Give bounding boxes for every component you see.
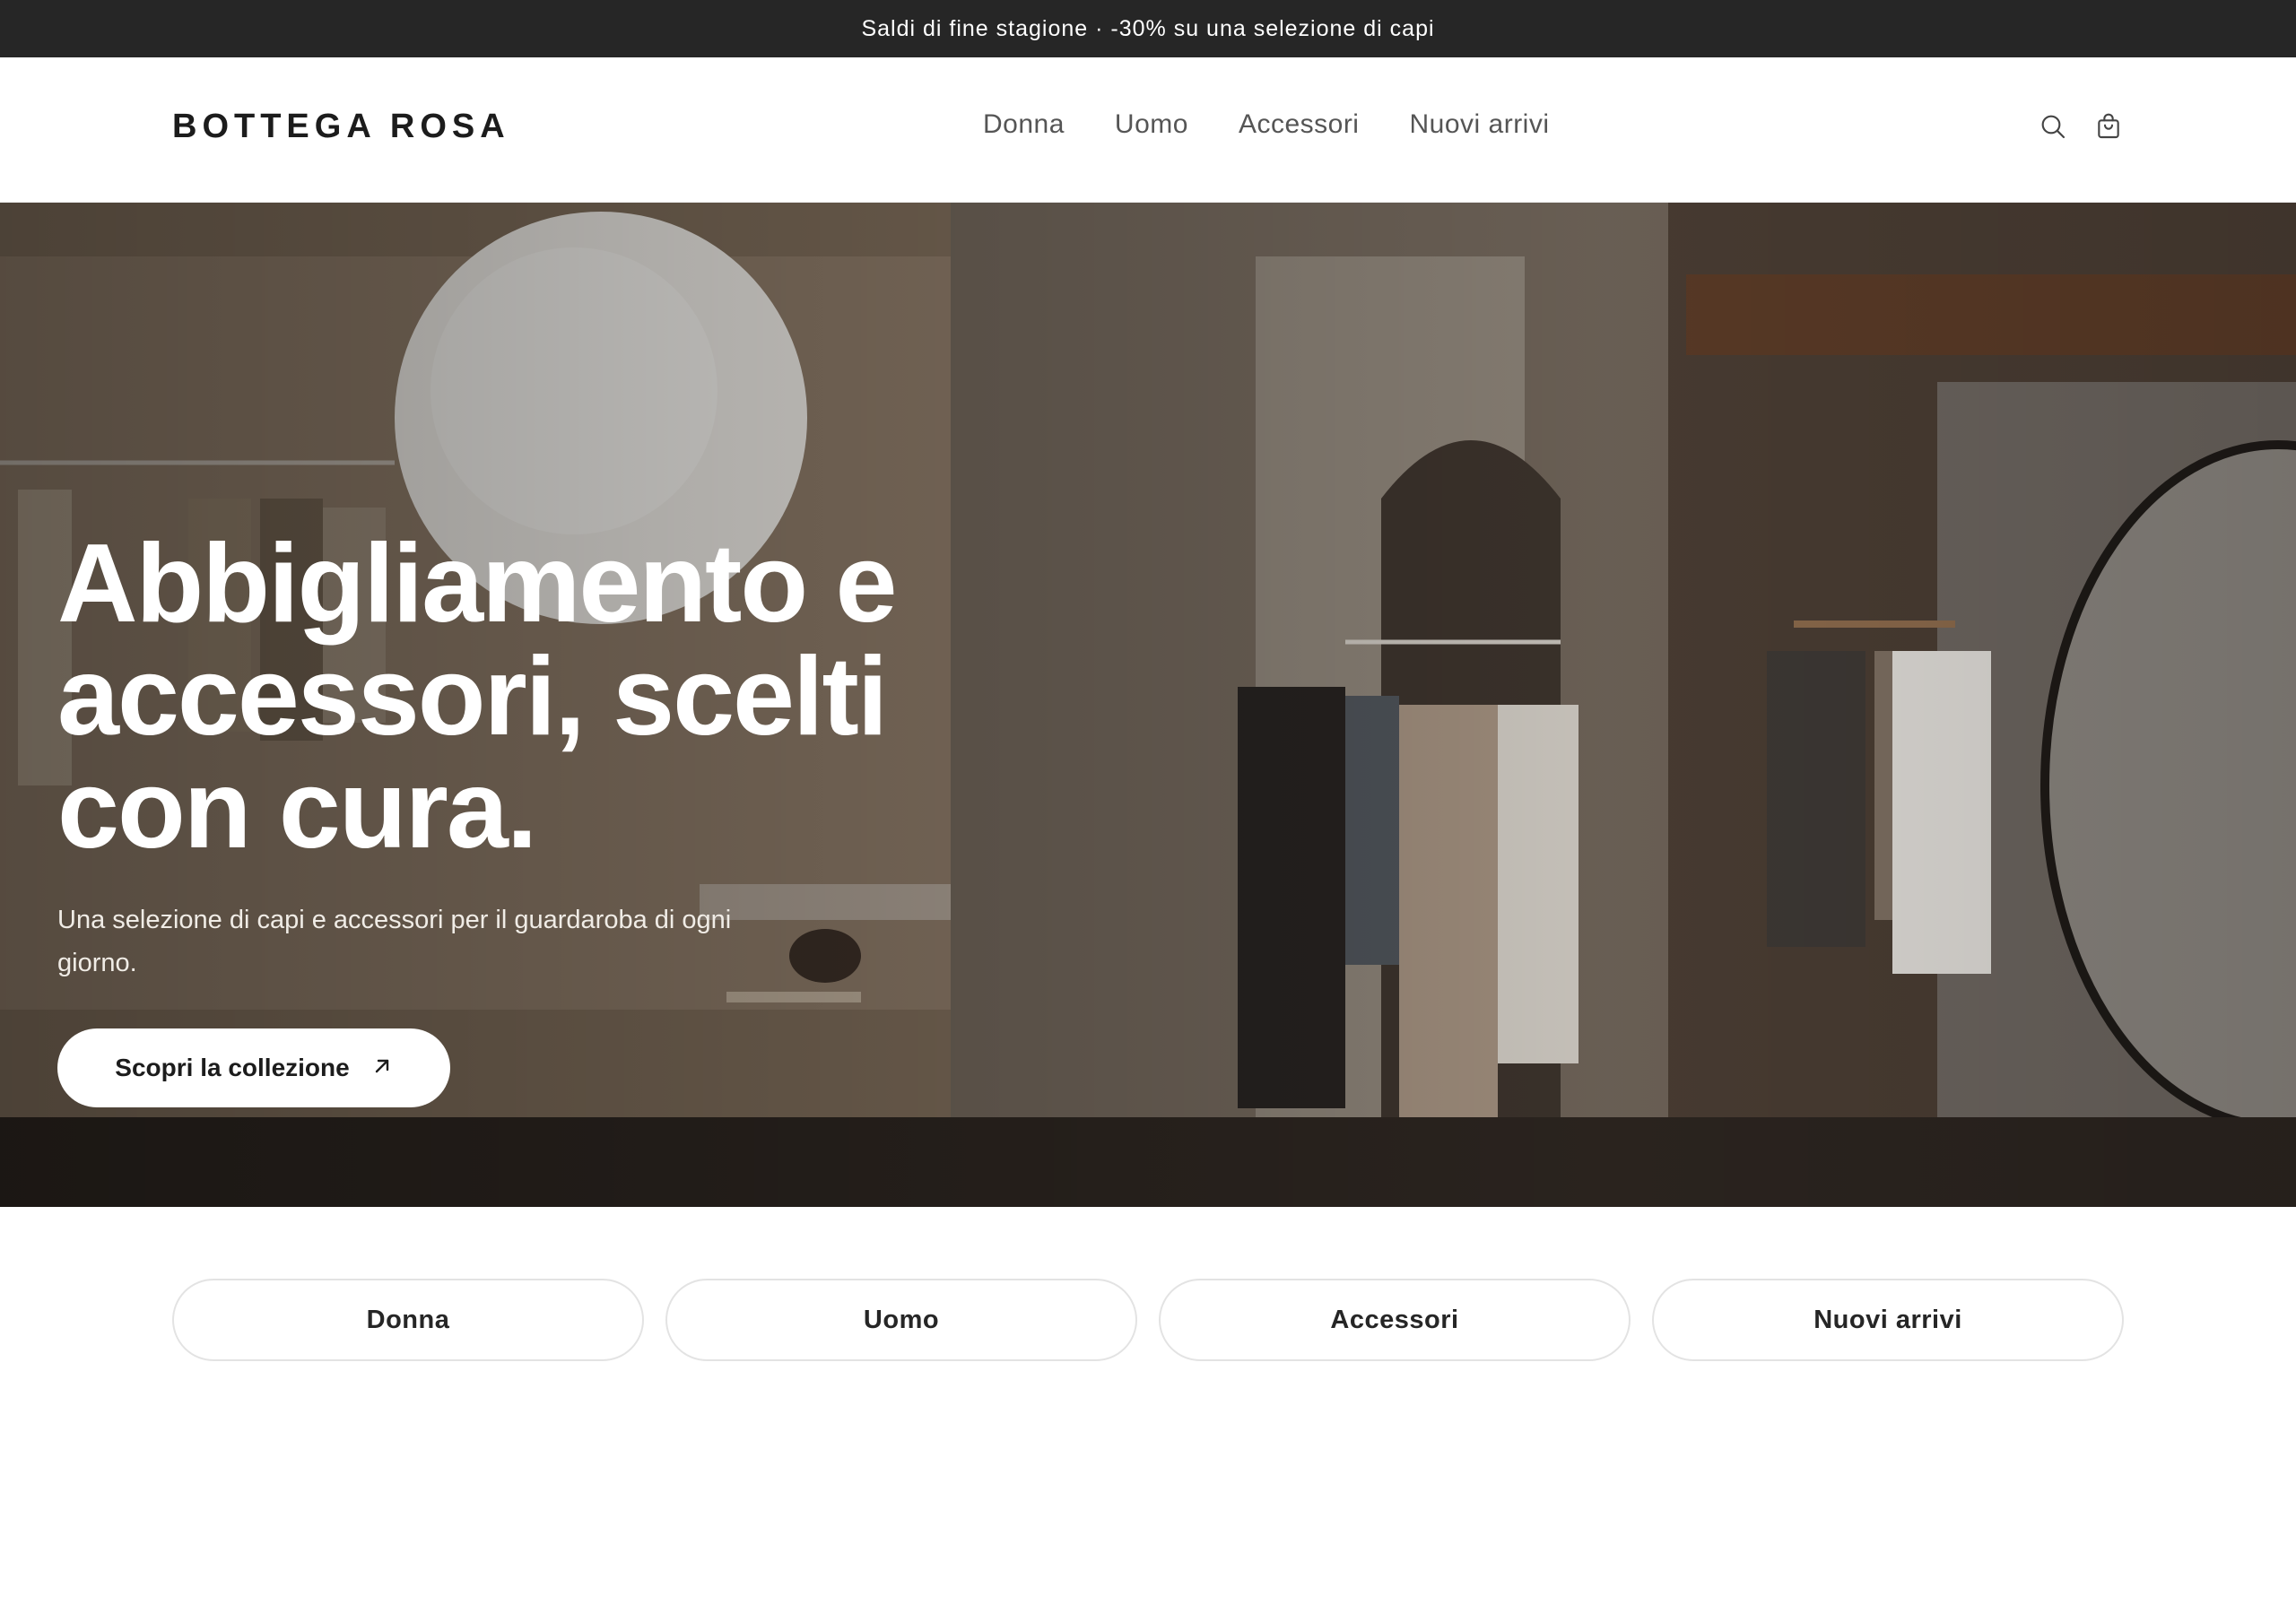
cta-label: Scopri la collezione xyxy=(115,1054,350,1081)
announcement-text: Saldi di fine stagione · -30% su una sel… xyxy=(861,15,1435,41)
hero-title-line: accessori, scelti xyxy=(57,635,888,759)
nav-item-uomo[interactable]: Uomo xyxy=(1115,109,1188,140)
category-pill-accessori[interactable]: Accessori xyxy=(1159,1279,1631,1361)
hero-title-line: Abbigliamento e xyxy=(57,522,898,646)
category-pill-donna[interactable]: Donna xyxy=(172,1279,644,1361)
search-icon[interactable] xyxy=(2038,111,2068,142)
nav-item-donna[interactable]: Donna xyxy=(983,109,1065,140)
nav-item-nuovi-arrivi[interactable]: Nuovi arrivi xyxy=(1409,109,1549,140)
nav-item-accessori[interactable]: Accessori xyxy=(1239,109,1360,140)
category-pills: Donna Uomo Accessori Nuovi arrivi xyxy=(172,1279,2124,1361)
hero-subtitle: Una selezione di capi e accessori per il… xyxy=(57,906,732,977)
arrow-up-right-icon xyxy=(371,1055,393,1081)
hero-content: Abbigliamento e accessori, scelti con cu… xyxy=(57,527,1044,985)
category-label: Nuovi arrivi xyxy=(1813,1305,1962,1334)
hero-title-line: con cura. xyxy=(57,748,537,872)
brand-logo[interactable]: BOTTEGA ROSA xyxy=(172,108,510,146)
category-label: Donna xyxy=(366,1305,450,1334)
site-header: BOTTEGA ROSA Donna Uomo Accessori Nuovi … xyxy=(0,57,2296,203)
category-pill-uomo[interactable]: Uomo xyxy=(665,1279,1137,1361)
hero-title: Abbigliamento e accessori, scelti con cu… xyxy=(57,527,1044,866)
main-nav: Donna Uomo Accessori Nuovi arrivi xyxy=(983,109,1550,140)
category-label: Accessori xyxy=(1330,1305,1459,1334)
announcement-bar: Saldi di fine stagione · -30% su una sel… xyxy=(0,0,2296,57)
category-label: Uomo xyxy=(863,1305,940,1334)
category-pill-nuovi-arrivi[interactable]: Nuovi arrivi xyxy=(1652,1279,2124,1361)
discover-collection-button[interactable]: Scopri la collezione xyxy=(57,1028,450,1107)
hero-banner: Abbigliamento e accessori, scelti con cu… xyxy=(0,203,2296,1207)
header-actions xyxy=(2038,111,2124,142)
shopping-bag-icon[interactable] xyxy=(2093,111,2124,142)
